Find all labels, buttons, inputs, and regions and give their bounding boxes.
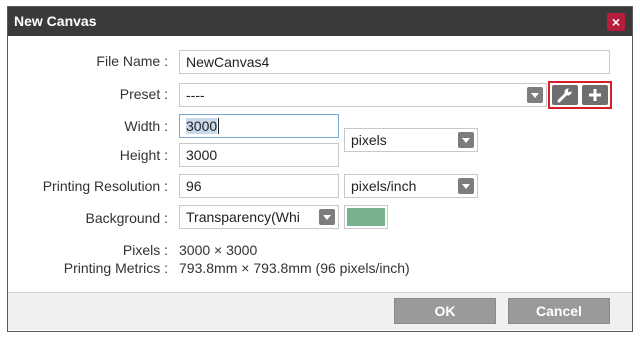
height-input[interactable]: 3000 xyxy=(179,143,339,167)
size-unit-value: pixels xyxy=(351,132,387,148)
resolution-unit-value: pixels/inch xyxy=(351,178,417,194)
preset-settings-button[interactable] xyxy=(552,85,578,105)
plus-icon xyxy=(589,89,601,101)
height-label: Height : xyxy=(119,147,168,163)
chevron-down-icon xyxy=(458,132,474,148)
close-icon: × xyxy=(611,14,621,30)
preset-label: Preset : xyxy=(119,86,168,102)
width-label: Width : xyxy=(124,118,168,134)
resolution-label: Printing Resolution : xyxy=(42,178,168,194)
file-name-label: File Name : xyxy=(96,53,168,69)
file-name-input[interactable]: NewCanvas4 xyxy=(179,50,610,74)
background-label: Background : xyxy=(85,210,169,226)
chevron-down-icon xyxy=(319,209,335,225)
ok-button[interactable]: OK xyxy=(394,298,496,324)
background-value: Transparency(Whi xyxy=(186,209,300,225)
width-input[interactable]: 3000 xyxy=(179,114,339,138)
swatch-fill xyxy=(347,208,385,226)
size-unit-select[interactable]: pixels xyxy=(344,128,478,152)
background-color-swatch[interactable] xyxy=(344,205,388,229)
title-bar: New Canvas × xyxy=(8,7,632,36)
preset-tools-group xyxy=(548,81,612,109)
chevron-down-icon xyxy=(458,178,474,194)
cancel-button[interactable]: Cancel xyxy=(508,298,610,324)
wrench-icon xyxy=(557,88,572,103)
resolution-input[interactable]: 96 xyxy=(179,174,339,198)
preset-value: ---- xyxy=(186,87,205,103)
dialog-title: New Canvas xyxy=(14,13,97,29)
pixels-value: 3000 × 3000 xyxy=(179,242,258,258)
background-select[interactable]: Transparency(Whi xyxy=(179,205,339,229)
close-button[interactable]: × xyxy=(607,13,625,31)
preset-select[interactable]: ---- xyxy=(179,83,547,107)
add-preset-button[interactable] xyxy=(582,85,608,105)
metrics-value: 793.8mm × 793.8mm (96 pixels/inch) xyxy=(179,260,410,276)
chevron-down-icon xyxy=(527,87,543,103)
pixels-label: Pixels : xyxy=(122,242,168,258)
resolution-unit-select[interactable]: pixels/inch xyxy=(344,174,478,198)
width-value: 3000 xyxy=(186,118,218,134)
metrics-label: Printing Metrics : xyxy=(63,260,168,276)
